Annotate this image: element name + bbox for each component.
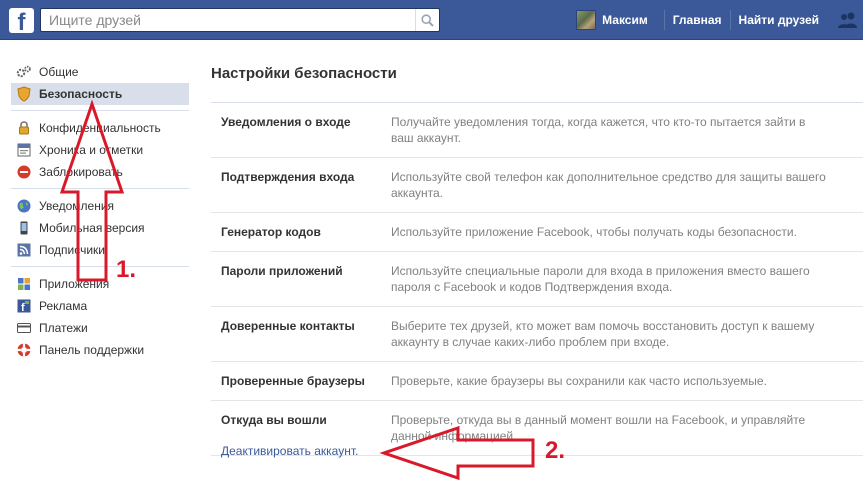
sidebar-item-payments[interactable]: Платежи — [11, 317, 189, 339]
settings-row-description: Выберите тех друзей, кто может вам помоч… — [391, 319, 815, 349]
annotation-step-1: 1. — [116, 256, 137, 283]
settings-row-recognized-browsers[interactable]: Проверенные браузеры Проверьте, какие бр… — [211, 362, 863, 401]
sidebar-item-apps[interactable]: Приложения — [11, 273, 189, 295]
sidebar-item-general[interactable]: Общие — [11, 61, 189, 83]
sidebar-item-label: Панель поддержки — [39, 343, 145, 357]
settings-row-code-generator[interactable]: Генератор кодов Используйте приложение F… — [211, 213, 863, 252]
settings-row-description: Проверьте, какие браузеры вы сохранили к… — [391, 374, 767, 388]
sidebar-item-label: Заблокировать — [39, 165, 123, 179]
lifebuoy-icon — [16, 342, 32, 358]
sidebar-item-label: Хроника и отметки — [39, 143, 144, 157]
sidebar-group-general: Общие Безопасность — [11, 58, 189, 111]
home-link[interactable]: Главная — [665, 0, 730, 40]
settings-row-label: Проверенные браузеры — [221, 374, 365, 388]
top-bar: f Максим Главная Найти друзей — [0, 0, 863, 40]
search-box — [40, 8, 440, 32]
sidebar-item-mobile[interactable]: Мобильная версия — [11, 217, 189, 239]
sidebar-item-label: Уведомления — [39, 199, 115, 213]
settings-row-label: Доверенные контакты — [221, 319, 355, 333]
timeline-icon — [16, 142, 32, 158]
sidebar-item-support[interactable]: Панель поддержки — [11, 339, 189, 361]
phone-icon — [16, 220, 32, 236]
sidebar-group-notifications: Уведомления Мобильная версия Подписчики — [11, 189, 189, 267]
apps-icon — [16, 276, 32, 292]
lock-icon — [16, 120, 32, 136]
sidebar-group-apps: Приложения f Реклама Платежи Панель подд… — [11, 267, 189, 366]
settings-row-description: Получайте уведомления тогда, когда кажет… — [391, 115, 806, 145]
sidebar-item-label: Приложения — [39, 277, 110, 291]
settings-row-label: Подтверждения входа — [221, 170, 355, 184]
sidebar-item-notifications[interactable]: Уведомления — [11, 195, 189, 217]
search-button[interactable] — [415, 9, 439, 31]
settings-row-description: Используйте специальные пароли для входа… — [391, 264, 810, 294]
sidebar-item-security[interactable]: Безопасность — [11, 83, 189, 105]
friend-requests-button[interactable] — [833, 0, 863, 40]
sidebar-item-label: Мобильная версия — [39, 221, 145, 235]
settings-row-login-notifications[interactable]: Уведомления о входе Получайте уведомлени… — [211, 103, 863, 158]
deactivate-account-link[interactable]: Деактивировать аккаунт. — [221, 444, 358, 458]
settings-row-description: Используйте свой телефон как дополнитель… — [391, 170, 826, 200]
security-settings-list: Уведомления о входе Получайте уведомлени… — [211, 102, 863, 456]
sidebar-item-followers[interactable]: Подписчики — [11, 239, 189, 261]
top-nav: Максим Главная Найти друзей — [576, 0, 863, 40]
sidebar-group-privacy: Конфиденциальность Хроника и отметки Заб… — [11, 111, 189, 189]
sidebar-item-label: Общие — [39, 65, 79, 79]
facebook-logo[interactable]: f — [9, 8, 34, 33]
find-friends-link[interactable]: Найти друзей — [731, 0, 827, 40]
settings-row-description: Проверьте, откуда вы в данный момент вош… — [391, 413, 806, 443]
settings-row-trusted-contacts[interactable]: Доверенные контакты Выберите тех друзей,… — [211, 307, 863, 362]
ads-icon: f — [16, 298, 32, 314]
sidebar-item-label: Реклама — [39, 299, 88, 313]
settings-row-description: Используйте приложение Facebook, чтобы п… — [391, 225, 797, 239]
friend-requests-icon — [838, 12, 857, 28]
settings-row-app-passwords[interactable]: Пароли приложений Используйте специальны… — [211, 252, 863, 307]
settings-row-label: Пароли приложений — [221, 264, 343, 278]
page-title: Настройки безопасности — [211, 65, 397, 82]
sidebar-item-timeline[interactable]: Хроника и отметки — [11, 139, 189, 161]
avatar — [576, 10, 597, 30]
sidebar-item-label: Безопасность — [39, 87, 123, 101]
settings-sidebar: Общие Безопасность Конфиденциальность Хр… — [11, 58, 189, 366]
block-icon — [16, 164, 32, 180]
settings-row-label: Генератор кодов — [221, 225, 321, 239]
settings-row-login-approvals[interactable]: Подтверждения входа Используйте свой тел… — [211, 158, 863, 213]
sidebar-item-label: Подписчики — [39, 243, 106, 257]
search-icon — [421, 13, 434, 27]
search-input[interactable] — [41, 9, 415, 31]
card-icon — [16, 320, 32, 336]
sidebar-item-privacy[interactable]: Конфиденциальность — [11, 117, 189, 139]
sidebar-item-label: Платежи — [39, 321, 88, 335]
annotation-step-2: 2. — [545, 437, 566, 464]
globe-icon — [16, 198, 32, 214]
sidebar-item-label: Конфиденциальность — [39, 121, 161, 135]
user-name[interactable]: Максим — [602, 0, 656, 40]
shield-badge-icon — [16, 86, 32, 102]
settings-row-label: Уведомления о входе — [221, 115, 351, 129]
rss-icon — [16, 242, 32, 258]
profile-link[interactable]: Максим — [576, 0, 664, 40]
gears-icon — [16, 64, 32, 80]
sidebar-item-ads[interactable]: f Реклама — [11, 295, 189, 317]
settings-row-label: Откуда вы вошли — [221, 413, 327, 427]
sidebar-item-blocking[interactable]: Заблокировать — [11, 161, 189, 183]
svg-text:f: f — [21, 302, 25, 314]
